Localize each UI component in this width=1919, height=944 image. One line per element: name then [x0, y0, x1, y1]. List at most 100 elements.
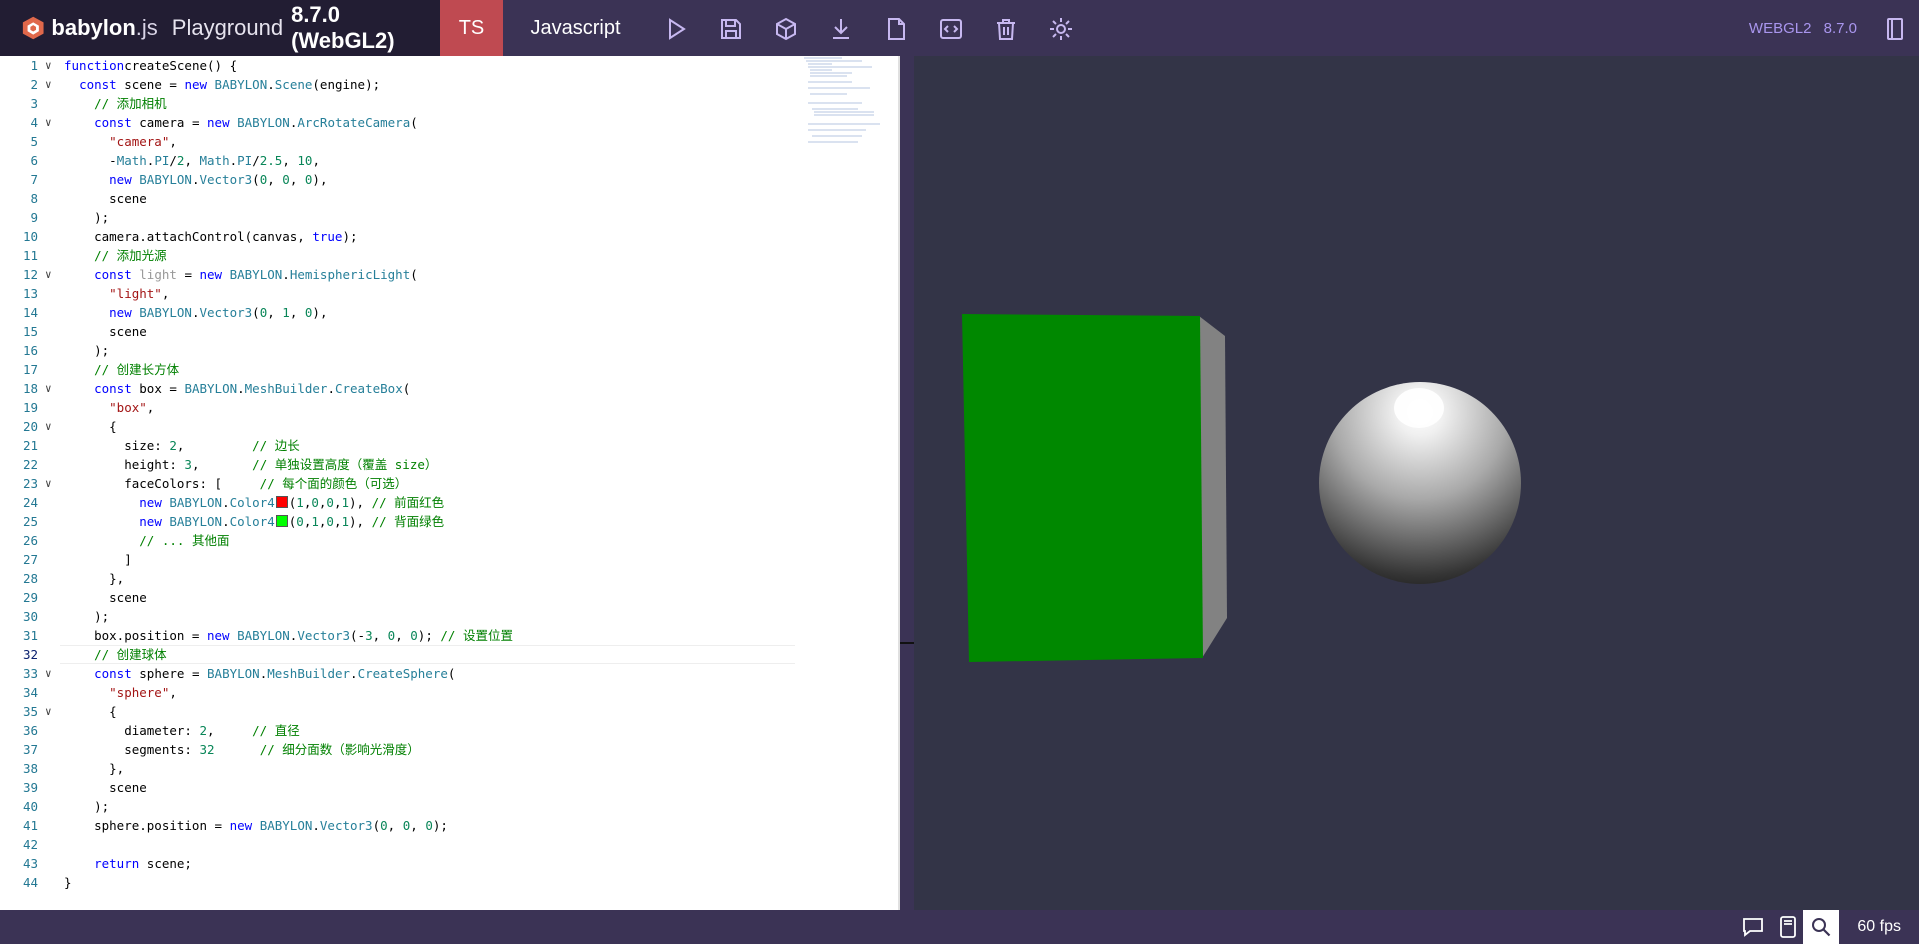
- inspector-button[interactable]: [1776, 915, 1800, 939]
- search-button[interactable]: [1809, 915, 1833, 939]
- code-line[interactable]: 13 "light",: [0, 284, 900, 303]
- tab-javascript[interactable]: Javascript: [503, 0, 648, 56]
- code-line[interactable]: 15 scene: [0, 322, 900, 341]
- fold-chevron-icon[interactable]: ∨: [45, 56, 57, 75]
- color-swatch-icon[interactable]: [275, 515, 288, 527]
- code-token: ),: [312, 172, 328, 187]
- inspector-icon: [1780, 916, 1796, 938]
- code-line[interactable]: 20 ∨ {: [0, 417, 900, 436]
- save-button[interactable]: [718, 16, 744, 42]
- fold-chevron-icon[interactable]: ∨: [45, 474, 57, 493]
- chat-button[interactable]: [1741, 915, 1765, 939]
- code-token: .: [267, 77, 275, 92]
- code-line[interactable]: 23 ∨ faceColors: [ // 每个面的颜色（可选）: [0, 474, 900, 493]
- code-line[interactable]: 34 "sphere",: [0, 683, 900, 702]
- code-token: Vector3: [319, 818, 373, 833]
- code-line[interactable]: 29 scene: [0, 588, 900, 607]
- code-token: // 每个面的颜色（可选）: [259, 476, 408, 491]
- fold-chevron-icon[interactable]: ∨: [45, 379, 57, 398]
- code-token: BABYLON: [214, 77, 268, 92]
- line-number: 10: [22, 229, 38, 244]
- code-line[interactable]: 21 size: 2, // 边长: [0, 436, 900, 455]
- examples-button[interactable]: [1883, 16, 1907, 42]
- code-token: camera =: [131, 115, 208, 130]
- code-line[interactable]: 8 scene: [0, 189, 900, 208]
- code-token: 0: [380, 818, 388, 833]
- fold-chevron-icon[interactable]: ∨: [45, 702, 57, 721]
- code-line[interactable]: 35 ∨ {: [0, 702, 900, 721]
- code-line[interactable]: 6 -Math.PI/2, Math.PI/2.5, 10,: [0, 151, 900, 170]
- code-line[interactable]: 37 segments: 32 // 细分面数（影响光滑度）: [0, 740, 900, 759]
- fold-chevron-icon[interactable]: ∨: [45, 265, 57, 284]
- code-line[interactable]: 5 "camera",: [0, 132, 900, 151]
- settings-button[interactable]: [1048, 16, 1074, 42]
- code-line[interactable]: 17 // 创建长方体: [0, 360, 900, 379]
- clear-button[interactable]: [993, 16, 1019, 42]
- line-number: 20: [22, 419, 38, 434]
- render-canvas[interactable]: [914, 56, 1919, 910]
- code-line[interactable]: 14 new BABYLON.Vector3(0, 1, 0),: [0, 303, 900, 322]
- download-button[interactable]: [828, 16, 854, 42]
- code-line[interactable]: 26 // ... 其他面: [0, 531, 900, 550]
- code-line[interactable]: 28 },: [0, 569, 900, 588]
- code-line[interactable]: 42: [0, 835, 900, 854]
- run-button[interactable]: [663, 16, 689, 42]
- code-token: 1: [341, 495, 349, 510]
- download-snippet-button[interactable]: [773, 16, 799, 42]
- code-line[interactable]: 10 camera.attachControl(canvas, true);: [0, 227, 900, 246]
- fold-chevron-icon[interactable]: ∨: [45, 113, 57, 132]
- code-text: new BABYLON.Vector3(0, 0, 0),: [64, 170, 327, 189]
- code-line[interactable]: 39 scene: [0, 778, 900, 797]
- code-line[interactable]: 1 ∨ functioncreateScene() {: [0, 56, 900, 75]
- code-token: {: [64, 419, 117, 434]
- code-line[interactable]: 16 );: [0, 341, 900, 360]
- code-line[interactable]: 11 // 添加光源: [0, 246, 900, 265]
- code-line[interactable]: 2 ∨ const scene = new BABYLON.Scene(engin…: [0, 75, 900, 94]
- code-line[interactable]: 4 ∨ const camera = new BABYLON.ArcRotateC…: [0, 113, 900, 132]
- code-line[interactable]: 27 ]: [0, 550, 900, 569]
- code-token: ,: [146, 400, 155, 415]
- code-line[interactable]: 30 );: [0, 607, 900, 626]
- code-line[interactable]: 18 ∨ const box = BABYLON.MeshBuilder.Crea…: [0, 379, 900, 398]
- code-line[interactable]: 41 sphere.position = new BABYLON.Vector3…: [0, 816, 900, 835]
- code-line[interactable]: 3 // 添加相机: [0, 94, 900, 113]
- format-button[interactable]: [938, 16, 964, 42]
- code-line[interactable]: 12 ∨ const light = new BABYLON.Hemispheri…: [0, 265, 900, 284]
- code-token: ,: [387, 818, 403, 833]
- line-number: 34: [22, 685, 38, 700]
- code-line[interactable]: 24 new BABYLON.Color4 (1,0,0,1), // 前面红色: [0, 493, 900, 512]
- code-line[interactable]: 36 diameter: 2, // 直径: [0, 721, 900, 740]
- code-line[interactable]: 33 ∨ const sphere = BABYLON.MeshBuilder.C…: [0, 664, 900, 683]
- code-line[interactable]: 32 // 创建球体: [0, 645, 900, 664]
- fold-chevron-icon[interactable]: ∨: [45, 417, 57, 436]
- tab-ts[interactable]: TS: [440, 0, 503, 56]
- code-token: BABYLON: [207, 666, 260, 681]
- code-line[interactable]: 22 height: 3, // 单独设置高度（覆盖 size）: [0, 455, 900, 474]
- code-line[interactable]: 44}: [0, 873, 900, 892]
- code-line[interactable]: 7 new BABYLON.Vector3(0, 0, 0),: [0, 170, 900, 189]
- code-line[interactable]: 9 );: [0, 208, 900, 227]
- code-token: }: [64, 875, 72, 890]
- code-line[interactable]: 38 },: [0, 759, 900, 778]
- code-text: {: [64, 417, 117, 436]
- code-line[interactable]: 40 );: [0, 797, 900, 816]
- code-token: -: [64, 153, 117, 168]
- fold-chevron-icon[interactable]: ∨: [45, 75, 57, 94]
- fold-chevron-icon[interactable]: ∨: [45, 664, 57, 683]
- code-text: diameter: 2, // 直径: [64, 721, 300, 740]
- code-line[interactable]: 25 new BABYLON.Color4 (0,1,0,1), // 背面绿色: [0, 512, 900, 531]
- code-token: // 边长: [252, 438, 300, 453]
- code-line[interactable]: 19 "box",: [0, 398, 900, 417]
- code-editor[interactable]: 1 ∨ functioncreateScene() {2 ∨ const scene …: [0, 56, 900, 910]
- new-file-button[interactable]: [883, 16, 909, 42]
- code-token: (: [447, 666, 456, 681]
- split-divider[interactable]: [900, 56, 914, 910]
- code-text: segments: 32 // 细分面数（影响光滑度）: [64, 740, 420, 759]
- code-token: ,: [161, 286, 170, 301]
- code-line[interactable]: 31 box.position = new BABYLON.Vector3(-3…: [0, 626, 900, 645]
- color-swatch-icon[interactable]: [275, 496, 288, 508]
- code-token: scene =: [116, 77, 185, 92]
- code-line[interactable]: 43 return scene;: [0, 854, 900, 873]
